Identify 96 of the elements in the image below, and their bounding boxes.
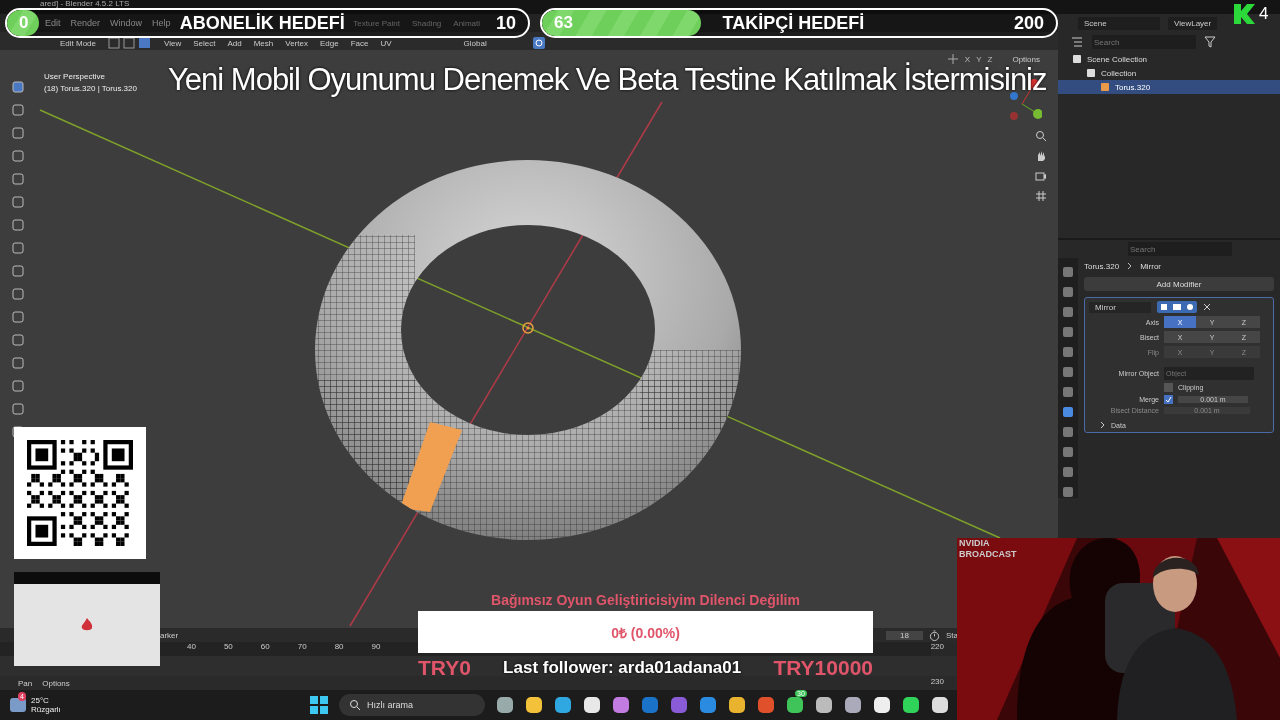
- properties-tab-icon[interactable]: [1062, 486, 1074, 498]
- outliner-item[interactable]: Collection: [1058, 66, 1280, 80]
- frame-number: 90: [371, 642, 381, 653]
- temperature: 25°C: [31, 696, 50, 705]
- window-title: ared] - Blender 4.5.2 LTS: [40, 0, 130, 8]
- donation-max: TRY10000: [773, 656, 873, 680]
- orientation-dropdown[interactable]: Global: [463, 39, 487, 48]
- menu-item[interactable]: Window: [110, 18, 143, 28]
- counter: 4: [1259, 4, 1269, 24]
- goal-label: TAKİPÇİ HEDEFİ: [722, 12, 865, 34]
- hand-icon[interactable]: [1035, 150, 1047, 162]
- close-icon[interactable]: [1203, 303, 1211, 311]
- view-name: User Perspective: [44, 72, 106, 81]
- display-mode-icon[interactable]: [1070, 36, 1084, 48]
- modifier-name-field[interactable]: Mirror: [1089, 301, 1151, 313]
- axis-toggle[interactable]: Z: [987, 54, 993, 64]
- frame-number: 40: [187, 642, 196, 653]
- stopwatch-icon[interactable]: [929, 629, 940, 641]
- properties-tab-icon[interactable]: [1062, 426, 1074, 438]
- properties-tab-icon[interactable]: [1062, 286, 1074, 298]
- visibility-toggles-icon[interactable]: [1157, 301, 1197, 313]
- start-field[interactable]: Sta: [946, 630, 958, 640]
- goal-target: 10: [495, 12, 516, 34]
- add-modifier-button[interactable]: Add Modifier: [1084, 277, 1274, 291]
- goal-target: 200: [1013, 12, 1044, 34]
- properties-tab-icon[interactable]: [1062, 446, 1074, 458]
- flame-icon: [81, 618, 93, 632]
- outliner-item[interactable]: Torus.320: [1058, 80, 1280, 94]
- properties-tab-icon[interactable]: [1062, 406, 1074, 418]
- properties-tab-icon[interactable]: [1062, 366, 1074, 378]
- menu-item[interactable]: Edge: [319, 39, 339, 48]
- footer-item[interactable]: Pan: [18, 678, 33, 688]
- view-layer-field[interactable]: ViewLayer: [1168, 16, 1218, 30]
- menu-item[interactable]: arker: [160, 630, 179, 640]
- properties-tab-icon[interactable]: [1062, 346, 1074, 358]
- menu-item[interactable]: View: [164, 39, 182, 48]
- donation-min: TRY0: [418, 656, 471, 680]
- breadcrumb-item[interactable]: Mirror: [1140, 262, 1162, 271]
- properties-tab-icon[interactable]: [1062, 466, 1074, 478]
- chevron-icon[interactable]: [1099, 421, 1107, 429]
- breadcrumb-item[interactable]: Torus.320: [1084, 262, 1120, 271]
- weather-text: Rüzgarlı: [31, 705, 61, 714]
- menu-item[interactable]: Mesh: [253, 39, 274, 48]
- menu-item[interactable]: Add: [227, 39, 242, 48]
- start-icon[interactable]: [310, 696, 328, 714]
- menu-item[interactable]: Select: [193, 39, 216, 48]
- goal-current: 63: [554, 13, 573, 33]
- menu-item[interactable]: Vertex: [285, 39, 308, 48]
- app-icon[interactable]: [699, 696, 717, 714]
- mode-dropdown[interactable]: Edit Mode: [60, 39, 97, 48]
- search-field[interactable]: Search: [1092, 35, 1196, 49]
- app-icon[interactable]: [670, 696, 688, 714]
- options-dropdown[interactable]: Options: [1012, 54, 1040, 64]
- checkbox[interactable]: [1164, 383, 1173, 392]
- frame-number: 70: [297, 642, 307, 653]
- frame-number: 230: [930, 677, 944, 686]
- last-follower: Last follower: arda01adana01: [503, 658, 742, 678]
- frame-number: 220: [930, 642, 944, 651]
- properties-tab-icon[interactable]: [1062, 326, 1074, 338]
- footer-item[interactable]: Options: [42, 678, 70, 688]
- frame-field[interactable]: 18: [886, 630, 923, 640]
- menu-item[interactable]: Render: [70, 18, 101, 28]
- zoom-icon[interactable]: [1035, 130, 1047, 142]
- grid-icon[interactable]: [1035, 190, 1047, 202]
- menu-item[interactable]: Help: [152, 18, 171, 28]
- menu-item[interactable]: Face: [350, 39, 369, 48]
- checkbox[interactable]: [1164, 395, 1173, 404]
- menu-item[interactable]: Edit: [45, 18, 61, 28]
- search-icon: [349, 699, 361, 711]
- origin-icon: [522, 322, 534, 334]
- donation-title: Bağımsız Oyun Geliştiricisiyim Dilenci Değilim: [491, 592, 800, 610]
- search-field[interactable]: Hızlı arama: [339, 694, 485, 716]
- outliner-item[interactable]: Scene Collection: [1058, 52, 1280, 66]
- snap-icon[interactable]: [532, 37, 545, 49]
- select-mode-icon[interactable]: [108, 37, 153, 49]
- properties-tab-icon[interactable]: [1062, 266, 1074, 278]
- camera-icon[interactable]: [1035, 170, 1047, 182]
- banner-text: Yeni Mobil Oyunumu Denemek Ve Beta Testine Katılmak İstermisiniz: [168, 62, 1047, 98]
- object-name: (18) Torus.320 | Torus.320: [44, 84, 137, 93]
- scene-field[interactable]: Scene: [1078, 16, 1160, 30]
- frame-number: 60: [260, 642, 270, 653]
- axis-toggle[interactable]: Y: [976, 54, 982, 64]
- properties-tab-icon[interactable]: [1062, 386, 1074, 398]
- chevron-icon: [1127, 262, 1133, 270]
- watermark-text: NVIDIA BROADCAST: [959, 538, 1018, 560]
- frame-number: 80: [334, 642, 344, 653]
- frame-number: 50: [223, 642, 233, 653]
- goal-label: ABONELİK HEDEFİ: [179, 12, 345, 34]
- properties-tab-icon[interactable]: [1062, 306, 1074, 318]
- k-logo-icon: [1234, 4, 1256, 24]
- donation-amount: 0₺ (0.00%): [611, 623, 680, 642]
- goal-current: 0: [19, 13, 29, 33]
- search-field[interactable]: Search: [1128, 242, 1232, 256]
- menu-item[interactable]: UV: [380, 39, 392, 48]
- filter-icon[interactable]: [1204, 36, 1216, 48]
- axis-toggle[interactable]: X: [964, 54, 971, 64]
